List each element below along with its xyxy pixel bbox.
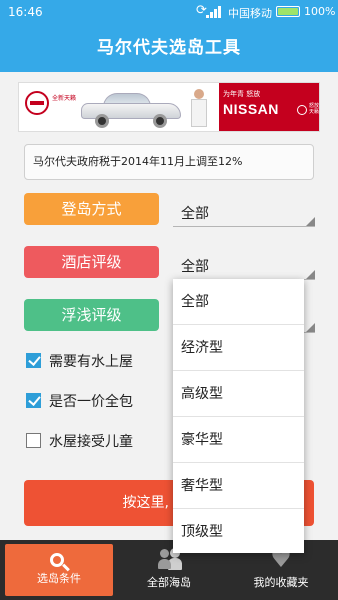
nav-tab-search-conditions[interactable]: 选岛条件: [5, 544, 113, 596]
dropdown-option-economy[interactable]: 经济型: [173, 325, 304, 371]
status-bar: 16:46 ⟳ 中国移动 100%: [0, 0, 338, 24]
snorkel-rating-button[interactable]: 浮浅评级: [24, 299, 159, 331]
app-header: 马尔代夫选岛工具: [0, 24, 338, 72]
banner-brand: NISSAN: [223, 101, 279, 117]
water-villa-label: 需要有水上屋: [49, 354, 133, 370]
ad-banner[interactable]: 全新天籁 为年青 怒放 NISSAN 怒放天籁: [18, 82, 320, 132]
dropdown-option-all[interactable]: 全部: [173, 279, 304, 325]
villa-children-label: 水屋接受儿童: [49, 434, 133, 450]
hotel-rating-value: 全部: [181, 259, 209, 275]
all-inclusive-checkbox[interactable]: [26, 393, 41, 408]
dropdown-option-premium[interactable]: 顶级型: [173, 509, 304, 553]
play-icon: [297, 105, 307, 115]
battery-percent: 100%: [304, 5, 336, 18]
dropdown-caret-icon: [306, 217, 315, 226]
dropdown-caret-icon: [306, 323, 315, 332]
car-image: [81, 93, 181, 128]
person-image: [189, 89, 209, 129]
carrier-name: 中国移动: [228, 7, 272, 20]
nissan-logo: [25, 91, 49, 115]
dropdown-option-deluxe[interactable]: 豪华型: [173, 417, 304, 463]
dropdown-option-superior[interactable]: 高级型: [173, 371, 304, 417]
banner-side-text: 怒放天籁: [309, 103, 320, 115]
nav-tab-label: 选岛条件: [37, 572, 81, 585]
arrival-method-value: 全部: [181, 206, 209, 222]
hotel-rating-dropdown-menu: 全部 经济型 高级型 豪华型 奢华型 顶级型: [173, 279, 304, 553]
hotel-rating-label: 酒店评级: [61, 253, 122, 271]
nav-tab-label: 全部海岛: [147, 576, 191, 589]
status-time: 16:46: [8, 5, 43, 19]
banner-slogan: 为年青 怒放: [223, 90, 261, 98]
arrival-method-button[interactable]: 登岛方式: [24, 193, 159, 225]
dropdown-option-luxury[interactable]: 奢华型: [173, 463, 304, 509]
arrival-method-select[interactable]: 全部: [173, 195, 315, 227]
all-inclusive-label: 是否一价全包: [49, 394, 133, 410]
villa-children-checkbox[interactable]: [26, 433, 41, 448]
hotel-rating-button[interactable]: 酒店评级: [24, 246, 159, 278]
tax-notice: 马尔代夫政府税于2014年11月上调至12%: [24, 144, 314, 180]
water-villa-checkbox[interactable]: [26, 353, 41, 368]
battery-icon: [276, 6, 300, 17]
hotel-rating-select[interactable]: 全部: [173, 248, 315, 280]
nav-tab-label: 我的收藏夹: [253, 576, 309, 589]
snorkel-rating-label: 浮浅评级: [61, 306, 122, 324]
arrival-method-label: 登岛方式: [61, 200, 122, 218]
page-title: 马尔代夫选岛工具: [97, 38, 241, 58]
dropdown-caret-icon: [306, 270, 315, 279]
banner-tiny-text: 全新天籁: [52, 95, 77, 102]
banner-promo: 为年青 怒放 NISSAN 怒放天籁: [219, 83, 320, 131]
signal-icon: [206, 6, 222, 18]
notice-text: 马尔代夫政府税于2014年11月上调至12%: [33, 155, 243, 168]
